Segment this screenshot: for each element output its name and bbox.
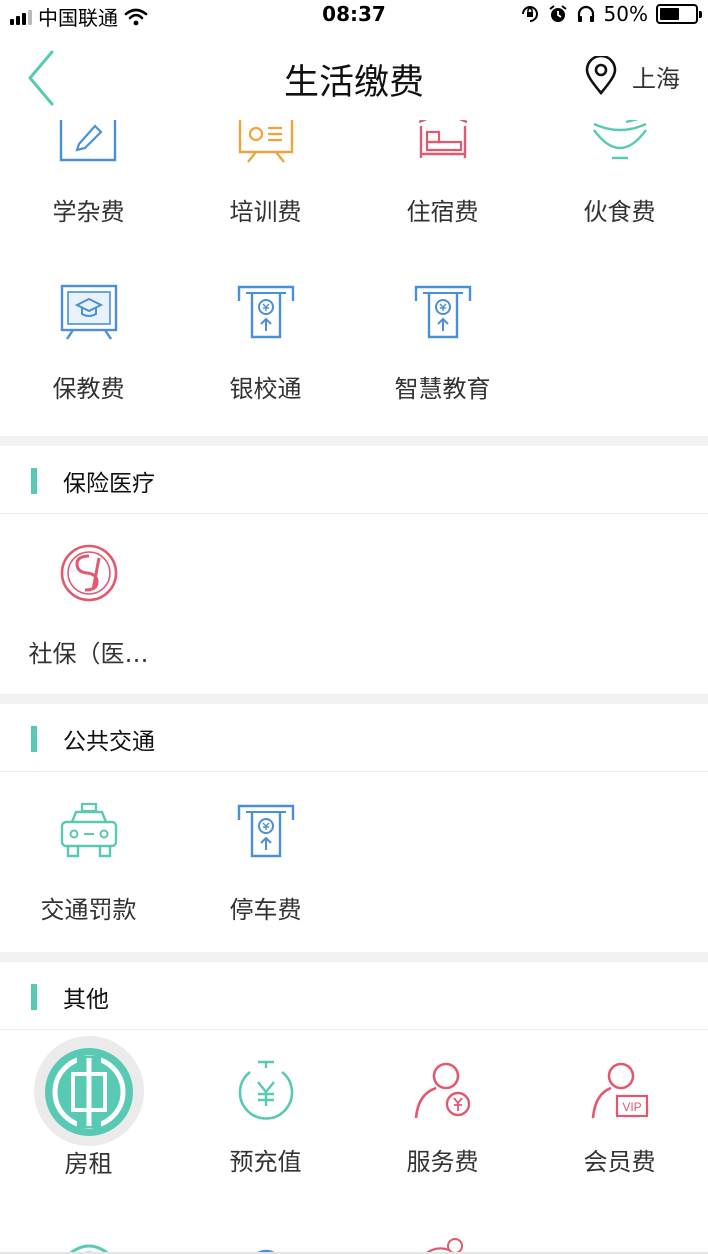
person-yuan-icon xyxy=(414,1062,470,1119)
item-prepay[interactable]: 预充值 xyxy=(177,1060,354,1200)
status-bar: 中国联通 08:37 50% xyxy=(0,0,708,30)
atm-yuan-icon xyxy=(237,285,294,339)
insurance-grid: 社保（医… xyxy=(0,514,708,694)
item-label: 服务费 xyxy=(406,1148,479,1176)
social-security-logo-icon xyxy=(60,544,117,602)
pencil-paper-icon xyxy=(59,120,116,162)
item-traffic-fine[interactable]: 交通罚款 xyxy=(0,802,177,942)
item-label: 伙食费 xyxy=(583,198,656,226)
transport-grid: 交通罚款 停车费 xyxy=(0,772,708,952)
presentation-board-icon xyxy=(238,120,293,163)
tv-graduation-cap-icon xyxy=(60,284,117,340)
item-label: 保教费 xyxy=(52,375,125,403)
section-title: 保险医疗 xyxy=(63,471,155,497)
item-service-fee[interactable]: 服务费 xyxy=(354,1060,531,1200)
section-header-other: 其他 xyxy=(0,962,708,1030)
person-vip-icon: VIP xyxy=(591,1062,648,1119)
item-training[interactable]: 培训费 xyxy=(177,120,354,240)
section-accent-bar xyxy=(31,468,37,494)
item-label: 房租 xyxy=(64,1150,113,1178)
section-header-insurance: 保险医疗 xyxy=(0,446,708,514)
section-divider xyxy=(0,952,708,962)
bed-house-icon xyxy=(418,120,467,158)
item-childcare[interactable]: 保教费 xyxy=(0,283,177,423)
atm-yuan-icon xyxy=(414,285,471,339)
item-label: 交通罚款 xyxy=(40,896,137,924)
item-bank-school[interactable]: 银校通 xyxy=(177,283,354,423)
battery-icon xyxy=(656,4,702,24)
item-label: 停车费 xyxy=(229,896,302,924)
nav-bar: 生活缴费 上海 xyxy=(0,30,708,120)
location-selector[interactable]: 上海 xyxy=(584,56,680,96)
item-tuition[interactable]: 学杂费 xyxy=(0,120,177,240)
item-label: 住宿费 xyxy=(406,198,479,226)
bank-logo-icon xyxy=(44,1048,133,1136)
section-divider xyxy=(0,694,708,704)
section-divider xyxy=(0,436,708,446)
item-label: 预充值 xyxy=(229,1148,302,1176)
bowl-chopsticks-icon xyxy=(592,120,647,160)
section-accent-bar xyxy=(31,984,37,1010)
city-name: 上海 xyxy=(632,64,680,93)
item-label: 学杂费 xyxy=(52,198,125,226)
item-label: 会员费 xyxy=(583,1148,656,1176)
item-rent[interactable]: 房租 xyxy=(0,1048,177,1200)
item-membership-fee[interactable]: VIP 会员费 xyxy=(531,1060,708,1200)
section-accent-bar xyxy=(31,726,37,752)
item-label: 银校通 xyxy=(229,375,302,403)
svg-text:VIP: VIP xyxy=(622,1100,641,1114)
section-header-transport: 公共交通 xyxy=(0,704,708,772)
taxi-icon xyxy=(60,802,117,858)
atm-yuan-icon xyxy=(237,804,294,858)
education-grid: 学杂费 培训费 住宿费 伙食费 保教费 银校通 智慧教育 xyxy=(0,120,708,438)
rotation-lock-icon xyxy=(521,6,538,22)
item-parking[interactable]: 停车费 xyxy=(177,802,354,942)
section-title: 其他 xyxy=(63,987,109,1013)
item-social-insurance[interactable]: 社保（医… xyxy=(0,542,177,682)
battery-percent: 50% xyxy=(603,2,648,26)
section-title: 公共交通 xyxy=(63,729,155,755)
item-label: 社保（医… xyxy=(28,640,149,668)
status-right: 50% xyxy=(520,2,702,26)
item-label: 培训费 xyxy=(229,198,302,226)
location-pin-icon xyxy=(585,56,617,96)
item-meals[interactable]: 伙食费 xyxy=(531,120,708,240)
stopwatch-yuan-icon xyxy=(238,1060,293,1120)
other-grid: 房租 预充值 服务费 VIP 会员费 xyxy=(0,1030,708,1254)
alarm-icon xyxy=(548,5,567,22)
item-lodging[interactable]: 住宿费 xyxy=(354,120,531,240)
item-smart-education[interactable]: 智慧教育 xyxy=(354,283,531,423)
item-label: 智慧教育 xyxy=(394,375,491,403)
headphones-icon xyxy=(577,5,594,22)
